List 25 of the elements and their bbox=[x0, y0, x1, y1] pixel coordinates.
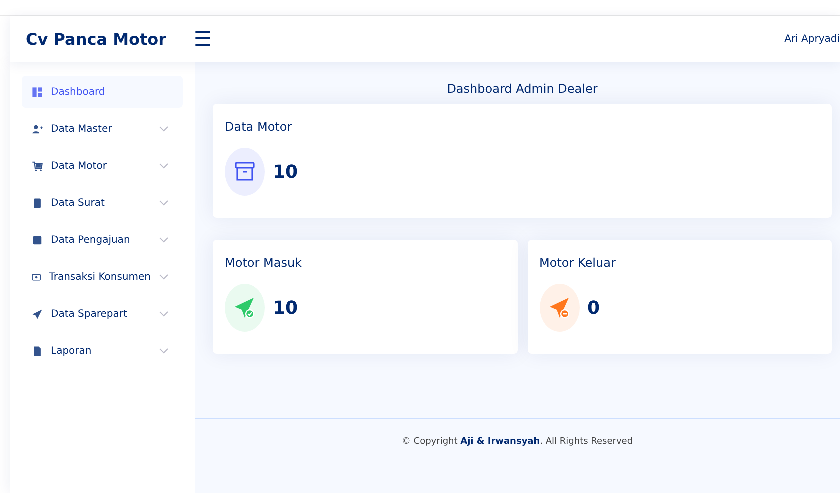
sidebar-item[interactable]: Dashboard bbox=[22, 76, 183, 108]
chevron-down-icon bbox=[159, 346, 169, 356]
brand-title[interactable]: Cv Panca Motor bbox=[10, 30, 194, 48]
card-title: Data Motor bbox=[225, 120, 294, 134]
cash-icon bbox=[32, 272, 42, 282]
chevron-down-icon bbox=[159, 161, 169, 171]
user-plus-icon bbox=[32, 124, 43, 134]
stat-value: 10 bbox=[273, 162, 298, 182]
dashboard-icon bbox=[32, 86, 43, 98]
file-icon bbox=[32, 346, 43, 356]
cart-icon bbox=[32, 160, 43, 172]
stat-value: 10 bbox=[273, 298, 298, 318]
chevron-down-icon bbox=[159, 272, 169, 282]
plane-icon bbox=[32, 308, 43, 320]
stat-value: 0 bbox=[588, 298, 600, 318]
card-title: Motor Keluar bbox=[540, 256, 617, 270]
chevron-down-icon bbox=[159, 198, 169, 208]
chevron-down-icon bbox=[159, 124, 169, 134]
chevron-down-icon bbox=[159, 235, 169, 245]
chevron-down-icon bbox=[159, 309, 169, 319]
page-title: Dashboard Admin Dealer bbox=[446, 82, 599, 96]
card-title: Motor Masuk bbox=[225, 256, 304, 270]
copyright-text: © Copyright Aji & Irwansyah. All Rights Reserved bbox=[402, 437, 634, 447]
menu-button[interactable]: ☰ bbox=[194, 26, 212, 52]
user-name[interactable]: Ari Apryadi bbox=[784, 34, 840, 44]
